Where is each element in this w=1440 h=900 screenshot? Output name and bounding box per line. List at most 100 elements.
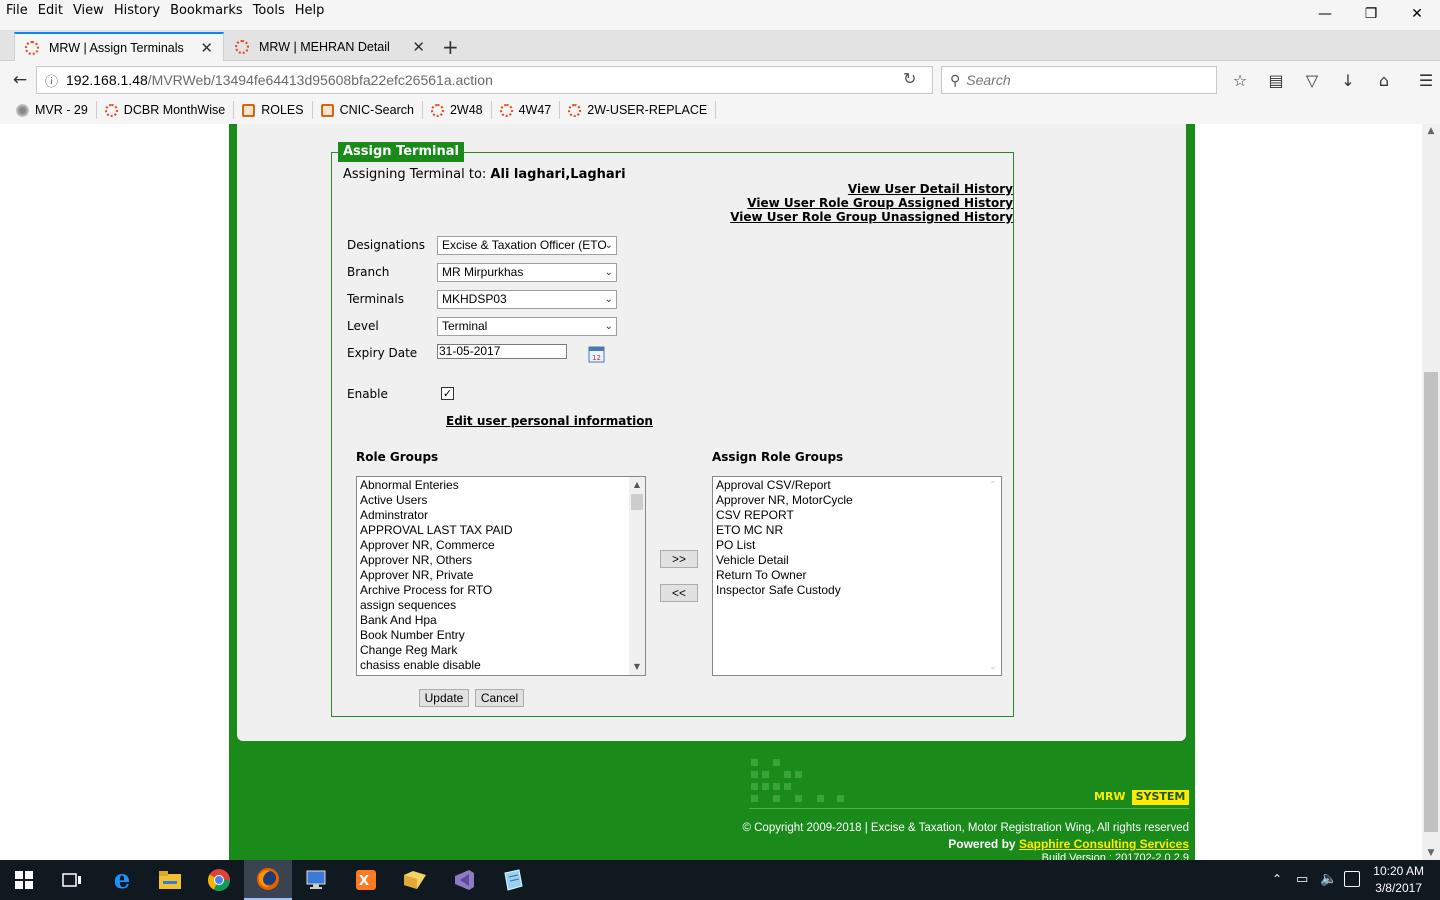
folder-app-icon[interactable] [391,860,439,900]
view-user-detail-history-link[interactable]: View User Detail History [848,182,1013,196]
reload-icon[interactable]: ↻ [903,69,916,88]
role-groups-scrollbar[interactable]: ▲ ▼ [629,477,645,675]
list-option[interactable]: Vehicle Detail [713,553,1001,568]
menu-view[interactable]: View [73,3,104,18]
enable-label: Enable [347,387,388,401]
scroll-up-icon[interactable]: ⌃ [985,477,1001,493]
role-groups-list[interactable]: Abnormal Enteries Active Users Adminstrato… [356,476,646,676]
scroll-down-icon[interactable]: ▼ [629,659,645,675]
notepad-icon[interactable] [489,860,537,900]
remove-role-button[interactable]: << [660,584,698,602]
scroll-thumb[interactable] [631,494,643,510]
new-tab-icon[interactable]: + [442,35,459,59]
list-option[interactable]: assign sequences [357,598,645,613]
chrome-icon[interactable] [195,860,243,900]
add-role-button[interactable]: >> [660,550,698,568]
restore-icon[interactable]: ❐ [1348,0,1394,28]
xampp-icon[interactable]: X [342,860,390,900]
assigned-role-groups-list[interactable]: Approval CSV/Report Approver NR, MotorCyc… [712,476,1002,676]
downloads-icon[interactable]: ↓ [1330,66,1366,94]
list-option[interactable]: Abnormal Enteries [357,478,645,493]
back-icon[interactable]: ← [3,65,37,95]
designations-select[interactable]: Excise & Taxation Officer (ETO ⌄ [437,236,617,255]
expiry-date-input[interactable]: 31-05-2017 [437,344,567,359]
list-option[interactable]: Adminstrator [357,508,645,523]
url-bar[interactable]: ⓘ 192.168.1.48/MVRWeb/13494fe64413d95608… [36,66,933,94]
volume-icon[interactable]: 🔈 [1320,871,1337,887]
list-option[interactable]: Bank And Hpa [357,613,645,628]
branch-select[interactable]: MR Mirpurkhas ⌄ [437,263,617,282]
remote-desktop-icon[interactable] [293,860,341,900]
minimize-icon[interactable]: — [1302,0,1348,28]
menu-edit[interactable]: Edit [38,3,63,18]
bookmark-item[interactable]: ROLES [234,101,313,119]
bookmark-item[interactable]: 2W-USER-REPLACE [560,101,717,119]
visual-studio-icon[interactable] [440,860,488,900]
sapphire-link[interactable]: Sapphire Consulting Services [1019,837,1189,851]
list-option[interactable]: Inspector Safe Custody [713,583,1001,598]
task-view-icon[interactable] [48,860,96,900]
system-clock[interactable]: 10:20 AM 3/8/2017 [1373,863,1424,897]
list-option[interactable]: PO List [713,538,1001,553]
assigned-scrollbar[interactable]: ⌃ ⌄ [985,477,1001,675]
bookmark-item[interactable]: MVR - 29 [8,101,97,119]
list-option[interactable]: APPROVAL LAST TAX PAID [357,523,645,538]
list-option[interactable]: Book Number Entry [357,628,645,643]
list-option[interactable]: chasiss enable disable [357,658,645,673]
list-option[interactable]: Approver NR, MotorCycle [713,493,1001,508]
tray-chevron-icon[interactable]: ⌃ [1272,872,1282,886]
info-icon[interactable]: ⓘ [45,71,58,90]
bookmark-item[interactable]: 4W47 [492,101,561,119]
file-explorer-icon[interactable] [146,860,194,900]
network-icon[interactable]: ▭ [1296,872,1308,887]
close-tab-icon[interactable]: ✕ [200,39,213,57]
terminals-select[interactable]: MKHDSP03 ⌄ [437,290,617,309]
home-icon[interactable]: ⌂ [1366,66,1402,94]
scroll-down-icon[interactable]: ⌄ [985,659,1001,675]
list-option[interactable]: Approver NR, Others [357,553,645,568]
bookmark-star-icon[interactable]: ☆ [1222,66,1258,94]
list-option[interactable]: Approver NR, Private [357,568,645,583]
close-tab-icon[interactable]: ✕ [412,38,425,56]
view-role-assigned-history-link[interactable]: View User Role Group Assigned History [747,196,1013,210]
bookmark-item[interactable]: DCBR MonthWise [97,101,235,119]
enable-checkbox[interactable]: ✓ [441,387,454,400]
level-select[interactable]: Terminal ⌄ [437,317,617,336]
tab-mehran-detail[interactable]: MRW | MEHRAN Detail ✕ [225,32,435,61]
windows-start-icon[interactable] [0,860,48,900]
firefox-icon[interactable] [244,860,292,900]
list-option[interactable]: ETO MC NR [713,523,1001,538]
pocket-icon[interactable]: ▽ [1294,66,1330,94]
close-window-icon[interactable]: ✕ [1394,0,1440,28]
menu-file[interactable]: File [6,3,28,18]
bookmark-item[interactable]: CNIC-Search [313,101,423,119]
edge-icon[interactable]: e [98,860,146,900]
hamburger-menu-icon[interactable]: ☰ [1408,66,1440,94]
list-option[interactable]: Archive Process for RTO [357,583,645,598]
page-scrollbar[interactable]: ▲ ▼ [1422,124,1440,860]
calendar-icon[interactable]: 12 [588,344,606,364]
list-option[interactable]: Approver NR, Commerce [357,538,645,553]
notifications-icon[interactable] [1344,871,1360,887]
menu-history[interactable]: History [114,3,160,18]
menu-bookmarks[interactable]: Bookmarks [170,3,243,18]
scroll-up-icon[interactable]: ▲ [629,477,645,493]
edit-personal-info-link[interactable]: Edit user personal information [446,414,653,428]
search-input[interactable]: ⚲ Search [941,66,1217,94]
scroll-up-icon[interactable]: ▲ [1422,126,1440,136]
update-button[interactable]: Update [419,689,469,707]
cancel-button[interactable]: Cancel [475,689,524,707]
scroll-down-icon[interactable]: ▼ [1422,848,1440,858]
reader-view-icon[interactable]: ▤ [1258,66,1294,94]
list-option[interactable]: Return To Owner [713,568,1001,583]
list-option[interactable]: Approval CSV/Report [713,478,1001,493]
list-option[interactable]: Active Users [357,493,645,508]
bookmark-item[interactable]: 2W48 [423,101,492,119]
menu-help[interactable]: Help [295,3,325,18]
tab-assign-terminals[interactable]: MRW | Assign Terminals ✕ [14,32,224,61]
scroll-thumb[interactable] [1424,372,1438,832]
view-role-unassigned-history-link[interactable]: View User Role Group Unassigned History [730,210,1013,224]
list-option[interactable]: CSV REPORT [713,508,1001,523]
menu-tools[interactable]: Tools [253,3,285,18]
list-option[interactable]: Change Reg Mark [357,643,645,658]
